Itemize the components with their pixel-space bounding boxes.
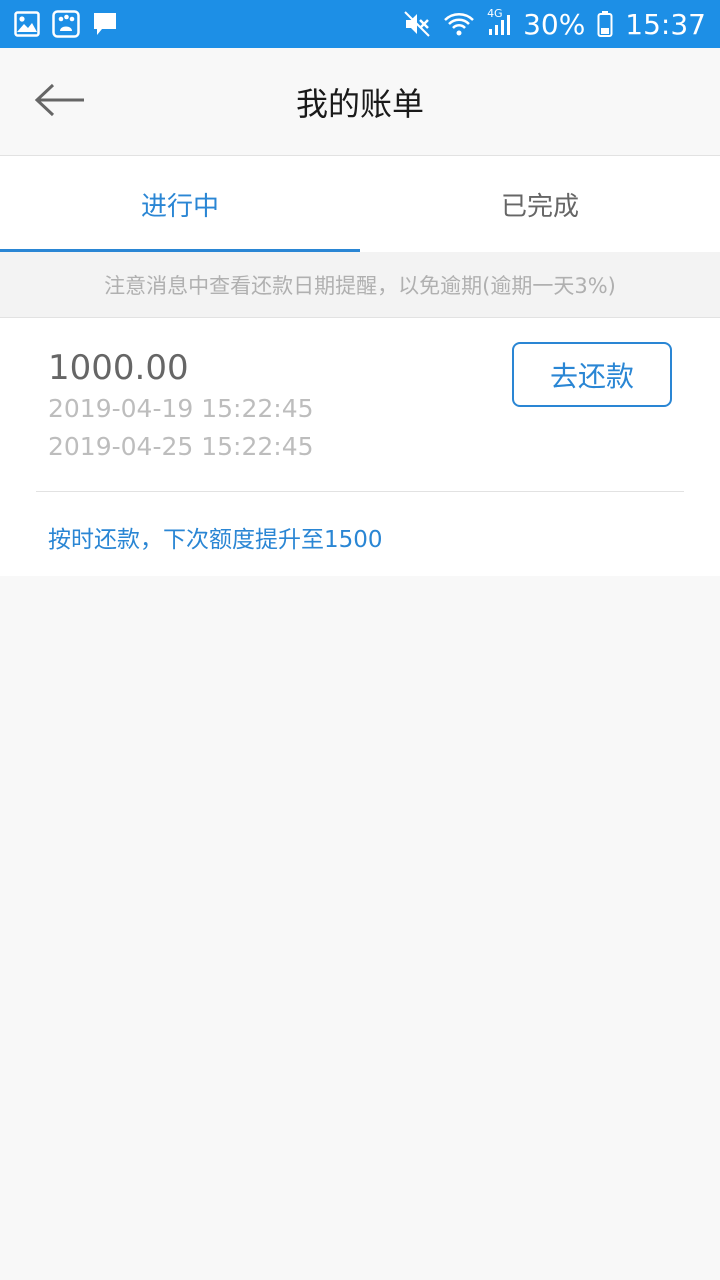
network-label: 4G [487,7,503,20]
credit-promo: 按时还款，下次额度提升至1500 [48,527,383,553]
tab-in-progress[interactable]: 进行中 [0,156,360,252]
wifi-icon [443,11,475,37]
repay-button[interactable]: 去还款 [512,342,672,407]
bill-start-time: 2019-04-19 15:22:45 [48,394,314,423]
page-title: 我的账单 [295,85,424,123]
tab-completed[interactable]: 已完成 [360,156,720,252]
status-time: 15:37 [625,7,706,41]
bill-amount: 1000.00 [48,348,189,388]
bill-card: 1000.00 2019-04-19 15:22:45 2019-04-25 1… [0,318,720,576]
status-bar-left [14,10,118,38]
app-header: 我的账单 [0,48,720,156]
signal-4g-icon: 4G [487,7,511,37]
repayment-notice: 注意消息中查看还款日期提醒，以免逾期(逾期一天3%) [0,252,720,318]
bill-due-time: 2019-04-25 15:22:45 [48,432,314,461]
baidu-icon [52,10,80,38]
message-icon [92,11,118,37]
status-bar: 4G 30% 15:37 [0,0,720,48]
status-bar-right: 4G 30% 15:37 [403,7,706,41]
battery-icon [597,10,613,38]
mute-icon [403,10,431,38]
gallery-icon [14,11,40,37]
tab-bar: 进行中 已完成 [0,156,720,252]
battery-percent: 30% [523,7,586,41]
card-divider [36,491,684,492]
